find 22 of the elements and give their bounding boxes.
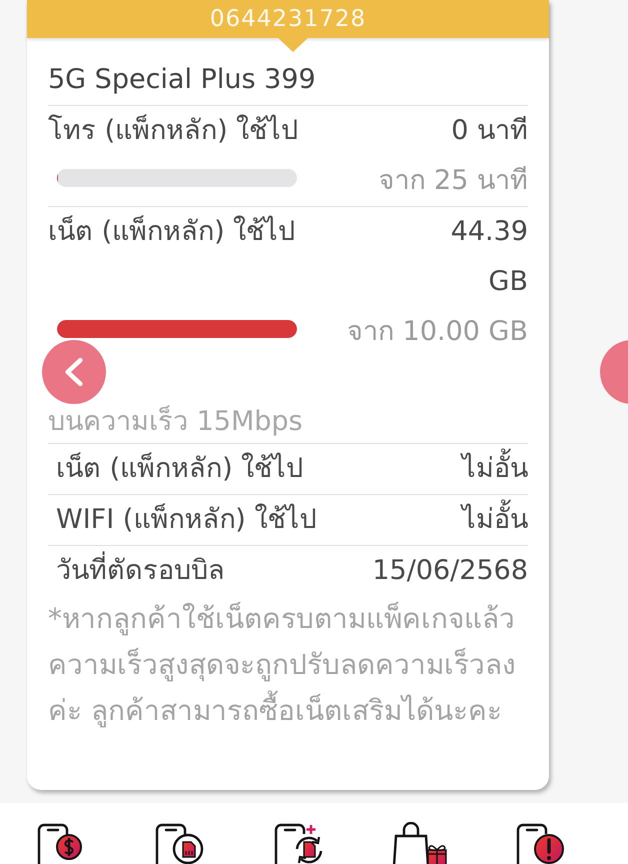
usage-amount: 44.39 GB <box>450 215 528 299</box>
speed-note: บนความเร็ว 15Mbps <box>48 405 304 439</box>
phone-number: 0644231728 <box>210 6 366 32</box>
phone-sim-icon[interactable] <box>154 822 206 864</box>
usage-label: โทร (แพ็กหลัก) ใช้ไป <box>48 113 298 148</box>
package-name: 5G Special Plus 399 <box>48 63 317 97</box>
allowance-value: ไม่อั้น <box>462 444 528 494</box>
usage-label: เน็ต (แพ็กหลัก) ใช้ไป <box>48 214 296 249</box>
usage-quota: จาก 10.00 GB <box>347 315 528 349</box>
usage-amount: 0 นาที <box>450 114 528 148</box>
footnote-text: *หากลูกค้าใช้เน็ตครบตามแพ็คเกจแล้วความเร็วสูงสุดจะถูกปรับลดความเร็วลงค่ะ ลูกค้าสามารถซื้อเน็ตเสริมได้นะคะ <box>48 600 517 730</box>
next-button[interactable] <box>600 340 628 404</box>
shopping-bag-gift-icon[interactable] <box>390 822 450 864</box>
billing-date-label: วันที่ตัดรอบบิล <box>56 546 225 596</box>
phone-coin-icon[interactable] <box>36 822 84 864</box>
billing-date-value: 15/06/2568 <box>372 554 528 588</box>
allowance-value: ไม่อั้น <box>462 495 528 545</box>
allowance-label: WIFI (แพ็กหลัก) ใช้ไป <box>56 502 316 537</box>
chevron-left-icon <box>64 357 84 387</box>
phone-alert-icon[interactable] <box>515 822 565 864</box>
usage-quota: จาก 25 นาที <box>378 164 528 198</box>
allowance-label: เน็ต (แพ็กหลัก) ใช้ไป <box>56 451 304 486</box>
